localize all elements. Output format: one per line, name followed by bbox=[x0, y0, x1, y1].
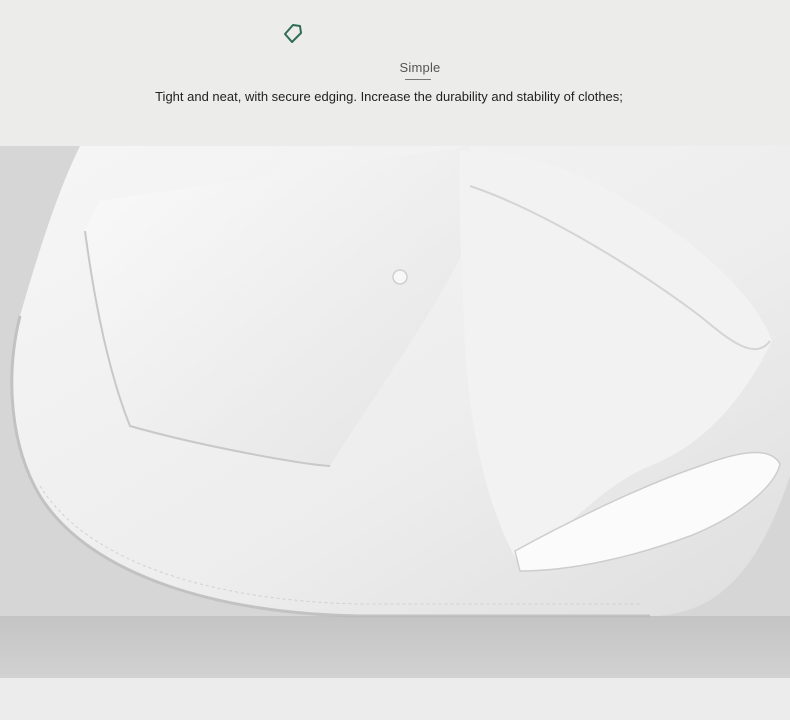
feature-description: Tight and neat, with secure edging. Incr… bbox=[155, 89, 623, 104]
feature-header: Simple Tight and neat, with secure edgin… bbox=[0, 0, 790, 146]
page-footer bbox=[0, 678, 790, 720]
shirt-hem-detail-photo bbox=[0, 146, 790, 678]
heading-underline bbox=[405, 79, 431, 80]
section-heading: Simple bbox=[399, 60, 441, 75]
tag-icon bbox=[281, 21, 305, 45]
